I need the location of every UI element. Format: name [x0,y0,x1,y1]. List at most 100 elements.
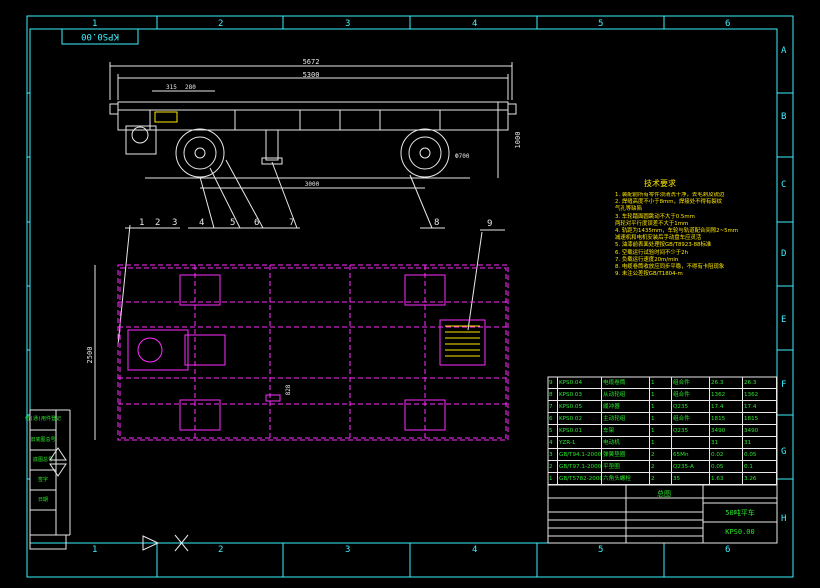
bom-row: 2 GB/T97.1-2000 平垫圈 2 Q235-A 0.05 0.1 [548,461,777,473]
tech-note-line: 7. 负载运行速度20m/min [615,256,679,263]
bom-cell-w2: 26.3 [743,377,777,388]
bom-cell-name: 弹簧垫圈 [602,449,650,460]
bom-cell-name: 缓冲器 [602,401,650,412]
bom-cell-w1: 17.4 [710,401,743,412]
bom-cell-mat [672,437,710,448]
dim-280: 280 [185,84,196,91]
bom-cell-name: 六角头螺栓 [602,473,650,484]
bom-cell-no: 1 [548,473,558,484]
cad-drawing-canvas: 1 2 3 4 5 6 1 2 3 4 5 6 A B C D E F G H [25,15,794,578]
col-label-5: 5 [598,19,603,29]
col-label-4-bottom: 4 [472,545,477,555]
callout-5: 5 [230,218,235,228]
bom-cell-qty: 2 [650,461,672,472]
col-label-1-bottom: 1 [92,545,97,555]
bom-cell-name: 平垫圈 [602,461,650,472]
bom-row: 5 KPS0.01 车架 1 Q235 3490 3490 [548,425,777,437]
row-label-b: B [781,112,786,122]
dim-width: 2500 [86,347,94,364]
col-label-6-bottom: 6 [725,545,730,555]
bom-cell-w2: 0.05 [743,449,777,460]
bom-cell-qty: 1 [650,437,672,448]
bom-cell-qty: 1 [650,377,672,388]
bom-cell-no: 4 [548,437,558,448]
bom-cell-name: 主动轮组 [602,413,650,424]
product-name: 50吨平车 [725,508,754,517]
bom-cell-name: 电动机 [602,437,650,448]
col-label-5-bottom: 5 [598,545,603,555]
bom-cell-w1: 0.02 [710,449,743,460]
col-label-2-bottom: 2 [218,545,223,555]
bom-cell-mat: Q235 [672,401,710,412]
driven-wheel [400,128,450,178]
dim-mid: 828 [285,384,292,395]
bom-cell-name: 从动轮组 [602,389,650,400]
bom-cell-no: 8 [548,389,558,400]
side-stamp-row-2: 旧底图总号 [30,436,55,443]
top-zone-ruler: 1 2 3 4 5 6 [92,16,730,29]
assembly-label: 总图 [657,489,671,498]
bottom-zone-ruler: 1 2 3 4 5 6 [92,543,730,577]
bom-cell-w1: 1.63 [710,473,743,484]
bom-cell-mat: 35 [672,473,710,484]
bom-cell-w1: 1815 [710,413,743,424]
bom-cell-w1: 26.3 [710,377,743,388]
bom-cell-no: 9 [548,377,558,388]
title-block: 总图 50吨平车 KPS0.00 [547,484,778,544]
row-label-e: E [781,315,786,325]
bom-cell-w2: 1362 [743,389,777,400]
col-label-1: 1 [92,19,97,29]
bom-cell-w1: 3490 [710,425,743,436]
row-label-h: H [781,514,786,524]
bom-cell-no: 3 [548,449,558,460]
col-label-3: 3 [345,19,350,29]
tech-note-line: 9. 未注公差按GB/T1804-m [615,271,683,278]
tech-note-line: 气孔等缺陷 [615,206,642,213]
plan-view: 2500 828 [86,264,509,441]
dim-inner-length: 5300 [303,71,320,79]
bom-cell-w2: 0.1 [743,461,777,472]
side-stamp-row-5: 日期 [38,497,48,503]
bom-cell-code: GB/T5782-2000 [558,473,602,484]
callout-9: 9 [487,219,492,229]
tech-note-line: 5. 油漆前表面处理按GB/T8923-88标准 [615,242,712,249]
bom-cell-qty: 1 [650,425,672,436]
bom-cell-mat: Q235 [672,425,710,436]
technical-requirements: 技术要求 [644,178,676,188]
bom-cell-no: 7 [548,401,558,412]
bom-cell-code: YZR-1 [558,437,602,448]
drum-coils [445,325,480,357]
side-stamp: 借(通)用件登记 旧底图总号 底图总号 签字 日期 [25,409,71,550]
tech-notes-list: 1. 装配前所有零件须清洗干净，去毛刺及锐边 2. 焊缝高度不小于8mm，焊接处不… [615,192,765,278]
bom-cell-code: KPS0.05 [558,401,602,412]
outer-frame [26,15,794,578]
bom-row: 8 KPS0.03 从动轮组 1 组合件 1362 1362 [548,389,777,401]
dim-overall-length: 5672 [303,58,320,66]
bom-cell-mat: 组合件 [672,389,710,400]
bom-row: 1 GB/T5782-2000 六角头螺栓 2 35 1.63 3.26 [548,473,777,485]
row-label-a: A [781,46,787,56]
callout-3: 3 [172,218,177,228]
callout-8: 8 [434,218,439,228]
side-elevation-view: 5672 5300 315 280 3000 1000 Ф700 [109,58,522,189]
row-label-f: F [781,380,786,390]
bom-cell-qty: 2 [650,473,672,484]
bom-row: 7 KPS0.05 缓冲器 1 Q235 17.4 17.4 [548,401,777,413]
right-zone-ruler: A B C D E F G H [777,46,793,524]
bom-cell-name: 电缆卷筒 [602,377,650,388]
bom-cell-qty: 1 [650,401,672,412]
bom-cell-no: 6 [548,413,558,424]
callout-4: 4 [199,218,204,228]
bom-cell-mat: Q235-A [672,461,710,472]
bom-cell-mat: 65Mn [672,449,710,460]
bom-cell-w2: 3490 [743,425,777,436]
bom-rows: 9 KPS0.04 电缆卷筒 1 组合件 26.3 26.3 8 KPS0.03 从动轮组 1 组合件… [548,377,777,485]
junction-box [154,111,178,123]
bom-row: 3 GB/T94.1-2000 弹簧垫圈 2 65Mn 0.02 0.05 [548,449,777,461]
bom-cell-code: KPS0.04 [558,377,602,388]
dim-wheelbase: 3000 [305,181,320,188]
bom-cell-code: GB/T97.1-2000 [558,461,602,472]
bom-cell-code: KPS0.02 [558,413,602,424]
bom-cell-qty: 1 [650,413,672,424]
bom-row: 4 YZR-1 电动机 1 31 31 [548,437,777,449]
